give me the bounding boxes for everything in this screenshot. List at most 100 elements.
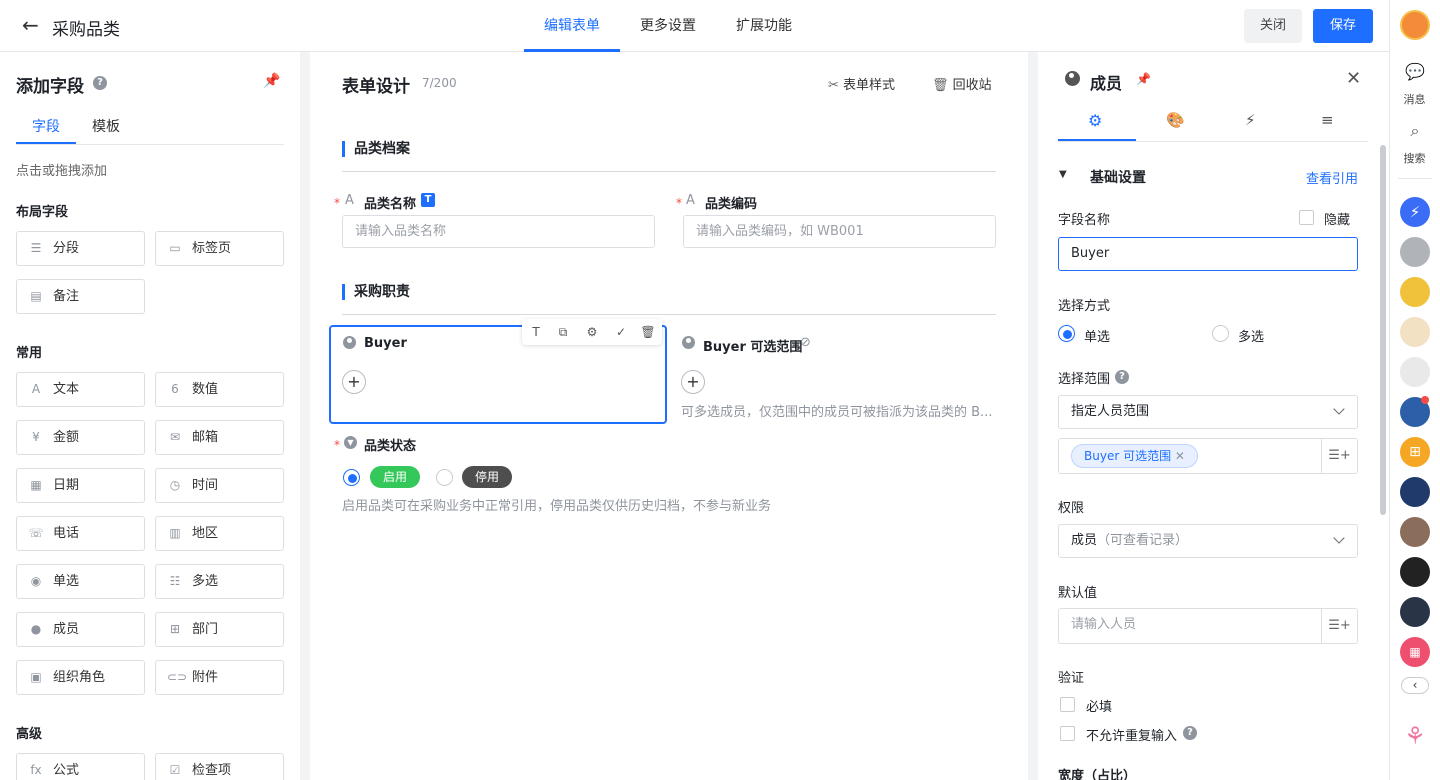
single-mode-radio[interactable] [1058,325,1075,342]
field-formula[interactable]: fx 公式 [16,753,145,780]
app-icon-figure[interactable] [1400,357,1430,387]
field-multi-select[interactable]: ☷ 多选 [155,564,284,599]
search-icon[interactable]: ⌕ [1404,121,1426,143]
pin-icon[interactable]: 📌 [263,73,280,89]
add-scope-member-button[interactable]: + [681,370,705,394]
status-on-radio[interactable] [343,469,360,486]
collapse-triangle-icon[interactable]: ▼ [1059,169,1067,180]
pin-icon[interactable]: 📌 [1136,72,1151,86]
required-checkbox[interactable] [1060,697,1075,712]
member-icon [343,336,356,351]
hide-checkbox[interactable] [1299,210,1314,225]
status-off-radio[interactable] [436,469,453,486]
field-checkitem[interactable]: ☑ 检查项 [155,753,284,780]
delete-icon[interactable]: 🗑 [640,324,656,340]
text-type-icon: A [345,193,354,208]
tab-more-settings[interactable]: 更多设置 [628,0,708,52]
status-off-pill[interactable]: 停用 [462,466,513,488]
permission-select[interactable]: 成员（可查看记录） [1058,524,1358,558]
field-name-input[interactable]: Buyer [1058,237,1358,271]
field-attachment[interactable]: ⊂⊃ 附件 [155,660,284,695]
field-number[interactable]: 6 数值 [155,372,284,407]
app-icon-cookies[interactable] [1400,317,1430,347]
back-arrow-icon[interactable]: ← [22,15,39,35]
copy-icon[interactable]: ⧉ [555,324,571,340]
close-icon[interactable]: ✕ [1346,68,1361,89]
tab-icon: ▭ [169,241,181,255]
tab-fields[interactable]: 字段 [32,116,60,136]
gutter [1028,52,1038,780]
multi-mode-label: 多选 [1238,330,1265,345]
palette-tab-icon[interactable]: 🎨 [1166,111,1185,129]
field-text[interactable]: A 文本 [16,372,145,407]
divider [1058,141,1368,142]
app-icon-portrait[interactable] [1400,517,1430,547]
field-money[interactable]: ¥ 金额 [16,420,145,455]
scrollbar[interactable] [1380,145,1386,515]
settings-tab-icon[interactable]: ⚙ [1088,111,1102,130]
range-select[interactable]: 指定人员范围 [1058,395,1358,429]
field-role[interactable]: ▣ 组织角色 [16,660,145,695]
field-single-select[interactable]: ◉ 单选 [16,564,145,599]
no-duplicate-checkbox[interactable] [1060,726,1075,741]
add-range-button[interactable]: ☰+ [1321,438,1358,474]
view-references-link[interactable]: 查看引用 [1306,168,1358,187]
add-member-button[interactable]: + [342,370,366,394]
settings-icon[interactable]: ⚙ [584,324,600,340]
field-note[interactable]: ▤ 备注 [16,279,145,314]
range-tag[interactable]: Buyer 可选范围 ✕ [1071,444,1198,468]
tab-templates[interactable]: 模板 [92,116,120,136]
name-input[interactable]: 请输入品类名称 [342,215,655,248]
form-style-button[interactable]: ✂ 表单样式 [828,74,895,93]
field-label-status: 品类状态 [364,439,417,454]
bolt-tab-icon[interactable]: ⚡ [1245,111,1256,129]
sort-tab-icon[interactable]: ≡ [1321,111,1334,129]
multi-mode-radio[interactable] [1212,325,1229,342]
code-input[interactable]: 请输入品类编码，如 WB001 [683,215,996,248]
message-icon[interactable]: 💬 [1404,62,1426,84]
remove-tag-icon[interactable]: ✕ [1175,449,1185,463]
status-on-pill[interactable]: 启用 [370,466,421,488]
collapse-sidebar-button[interactable]: ‹ [1401,677,1429,694]
help-icon[interactable]: ? [1183,726,1197,740]
tab-edit-form[interactable]: 编辑表单 [524,0,620,52]
field-region[interactable]: ▥ 地区 [155,516,284,551]
field-member[interactable]: ● 成员 [16,612,145,647]
app-icon-night[interactable] [1400,597,1430,627]
app-icon-grid[interactable]: ⊞ [1400,437,1430,467]
check-icon[interactable]: ✓ [613,324,629,340]
close-button[interactable]: 关闭 [1244,9,1302,43]
app-icon-apple[interactable] [1400,237,1430,267]
help-icon[interactable]: ? [1115,370,1129,384]
field-date[interactable]: ▦ 日期 [16,468,145,503]
calendar-app-icon[interactable]: ▦ [1400,637,1430,667]
scope-description: 可多选成员，仅范围中的成员可被指派为该品类的 B... [681,405,993,420]
title-toggle-icon[interactable]: T [528,324,544,340]
required-mark: * [334,438,340,452]
range-tag-box[interactable]: Buyer 可选范围 ✕ [1058,438,1322,474]
tab-extensions[interactable]: 扩展功能 [724,0,804,52]
layout-section-title: 布局字段 [16,205,69,220]
field-phone[interactable]: ☏ 电话 [16,516,145,551]
canvas-title: 表单设计 [342,77,410,97]
avatar[interactable] [1400,10,1430,40]
app-icon-character[interactable] [1400,277,1430,307]
phone-icon: ☏ [28,526,44,540]
help-icon[interactable]: ? [93,76,107,90]
field-mail[interactable]: ✉ 邮箱 [155,420,284,455]
app-icon-mountain[interactable] [1400,477,1430,507]
app-icon-dark[interactable] [1400,557,1430,587]
field-department[interactable]: ⊞ 部门 [155,612,284,647]
add-default-button[interactable]: ☰+ [1321,608,1358,644]
recycle-bin-button[interactable]: 🗑 回收站 [932,74,992,93]
field-tab[interactable]: ▭ 标签页 [155,231,284,266]
app-icon-bolt[interactable]: ⚡ [1400,197,1430,227]
basic-settings-title: 基础设置 [1090,170,1146,186]
validation-label: 验证 [1058,671,1085,686]
no-duplicate-label: 不允许重复输入 [1086,729,1178,744]
field-section[interactable]: ☰ 分段 [16,231,145,266]
default-input[interactable]: 请输入人员 [1058,608,1322,644]
field-time[interactable]: ◷ 时间 [155,468,284,503]
save-button[interactable]: 保存 [1313,9,1373,43]
chevron-down-icon [1333,532,1345,544]
